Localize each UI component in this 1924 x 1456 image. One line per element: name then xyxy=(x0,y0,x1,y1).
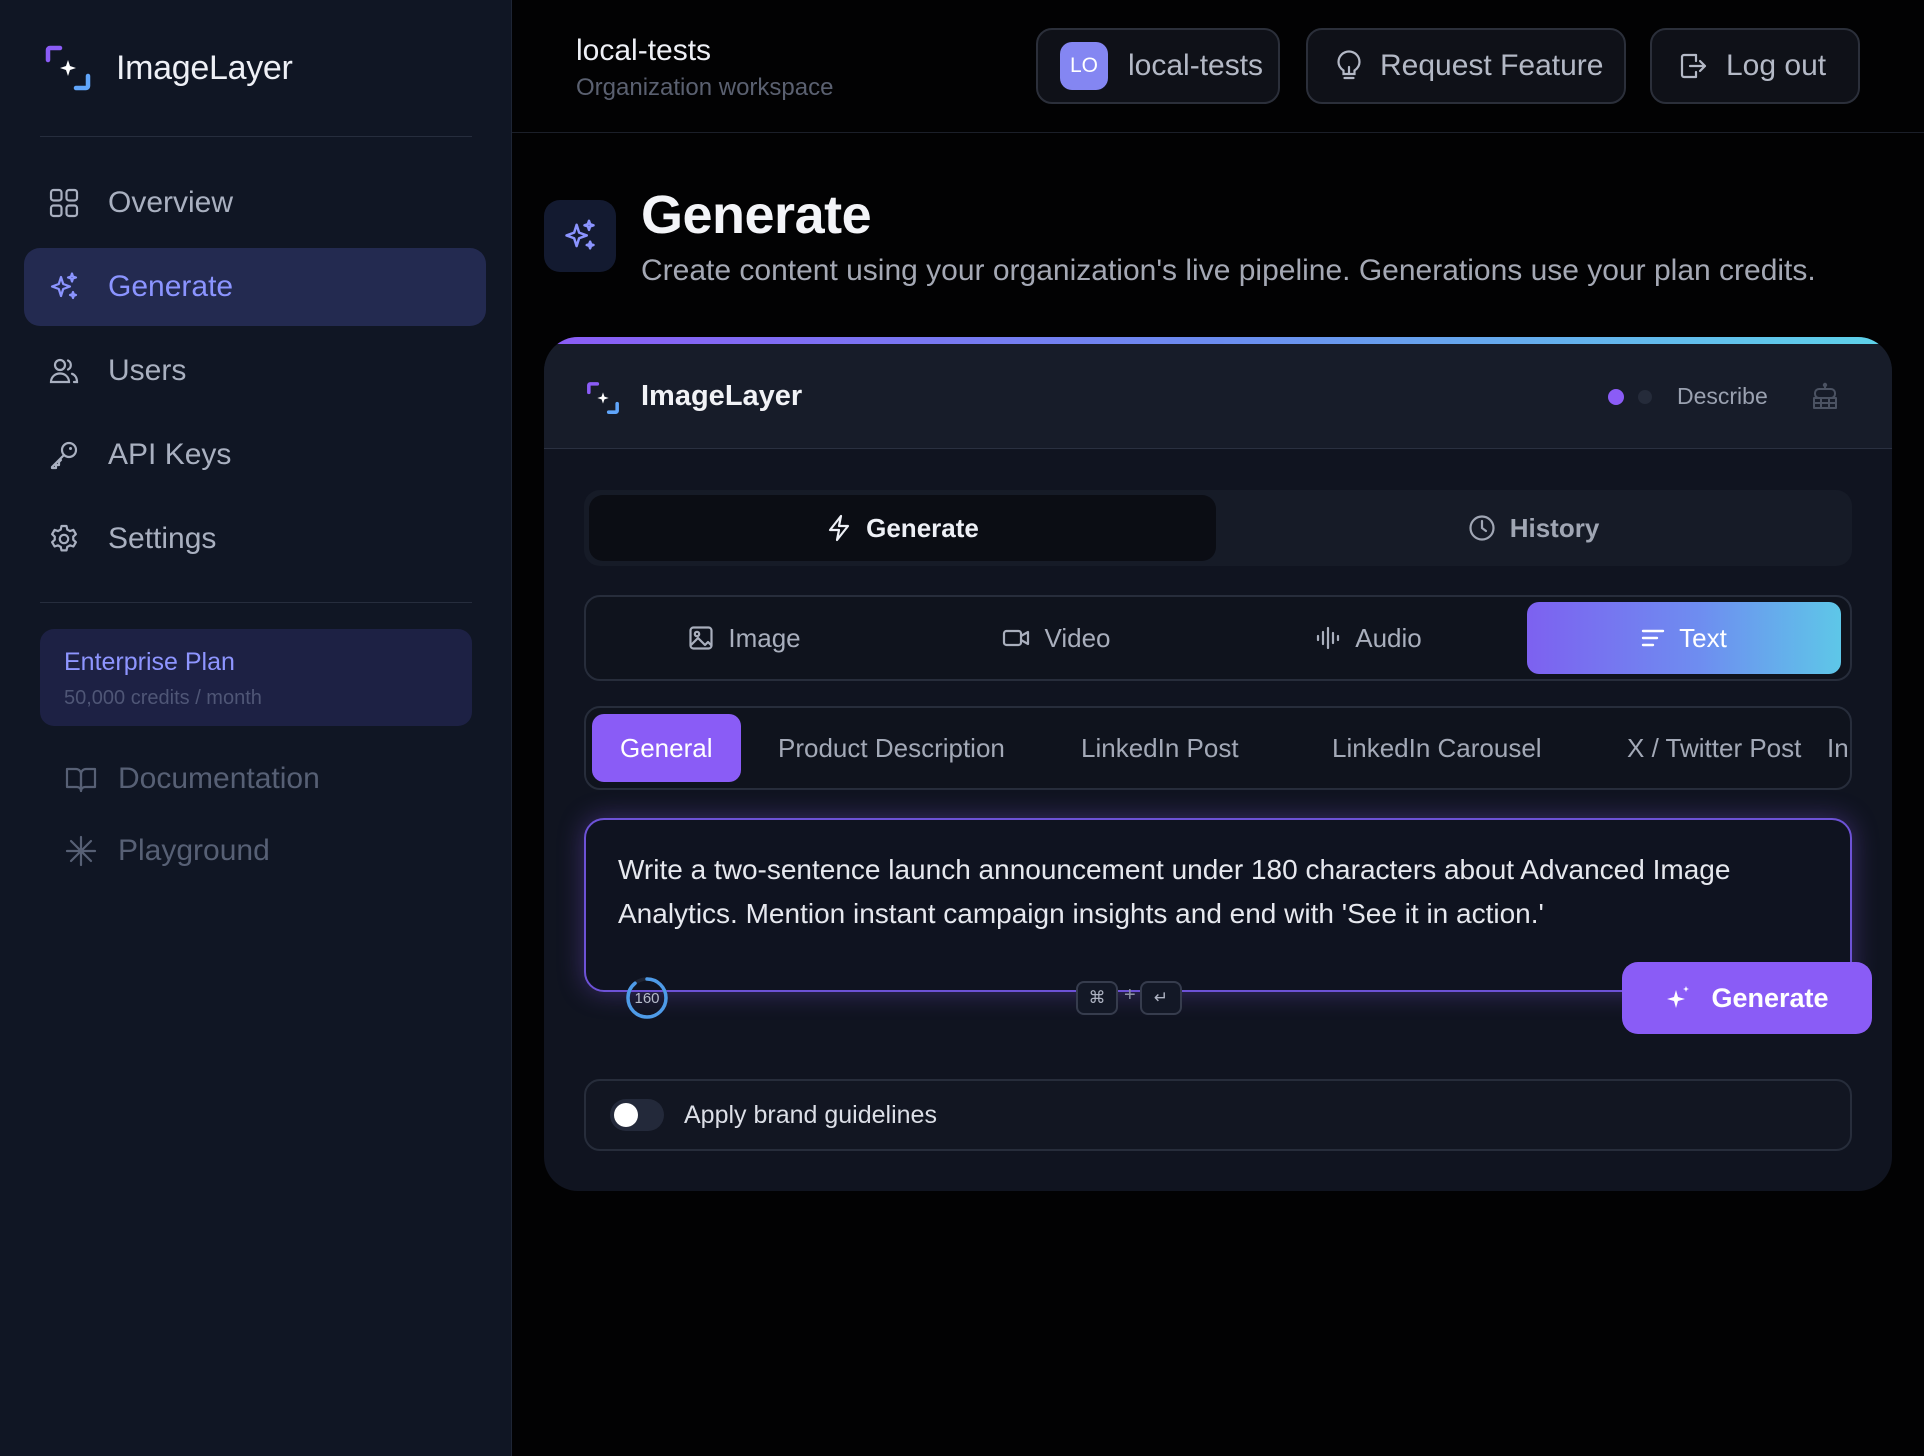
preset-linkedin-carousel[interactable]: LinkedIn Carousel xyxy=(1332,714,1542,782)
asterisk-icon xyxy=(65,835,97,867)
generator-card: ImageLayer Describe Generate History Ima… xyxy=(544,337,1892,1191)
page-subtitle: Create content using your organization's… xyxy=(641,254,1816,287)
top-bar: local-tests Organization workspace LO lo… xyxy=(512,0,1924,133)
sidebar-item-label: Settings xyxy=(108,522,217,555)
sidebar-item-label: Generate xyxy=(108,270,234,303)
sidebar-item-api-keys[interactable]: API Keys xyxy=(24,416,486,494)
image-icon xyxy=(689,626,713,650)
plan-card[interactable]: Enterprise Plan 50,000 credits / month xyxy=(40,629,472,726)
sidebar-item-label: Users xyxy=(108,354,187,387)
sparkles-icon xyxy=(50,272,78,300)
documentation-label: Documentation xyxy=(118,762,320,795)
org-subtitle: Organization workspace xyxy=(576,74,834,101)
audio-wave-icon xyxy=(1317,626,1340,650)
lightbulb-icon xyxy=(1337,50,1361,80)
sparkle-icon xyxy=(1667,986,1690,1008)
org-name: local-tests xyxy=(576,34,712,67)
logout-label: Log out xyxy=(1726,49,1827,82)
book-icon xyxy=(65,767,97,793)
plan-credits: 50,000 credits / month xyxy=(64,687,262,709)
generate-button[interactable]: Generate xyxy=(1622,962,1872,1034)
media-type-label: Audio xyxy=(1355,622,1422,653)
media-type-selector: Image Video Audio Text xyxy=(584,595,1852,681)
avatar: LO xyxy=(1060,42,1108,90)
media-type-video[interactable]: Video xyxy=(903,602,1210,674)
preset-product-description[interactable]: Product Description xyxy=(778,714,1005,782)
media-type-label: Video xyxy=(1044,622,1111,653)
sidebar: ImageLayer Overview Generate Users API K… xyxy=(0,0,512,1456)
sparkles-icon xyxy=(565,219,595,250)
playground-label: Playground xyxy=(118,834,270,867)
robot-icon[interactable] xyxy=(1810,382,1840,412)
brand-guidelines-row: Apply brand guidelines xyxy=(584,1079,1852,1151)
sidebar-item-users[interactable]: Users xyxy=(24,332,486,410)
preset-tabs: General Product Description LinkedIn Pos… xyxy=(584,706,1852,790)
plan-name: Enterprise Plan xyxy=(64,648,235,676)
sidebar-item-label: API Keys xyxy=(108,438,232,471)
page-icon xyxy=(544,200,616,272)
workspace-label: local-tests xyxy=(1128,49,1264,82)
preset-linkedin-post[interactable]: LinkedIn Post xyxy=(1081,714,1239,782)
documentation-link[interactable]: Documentation xyxy=(64,757,320,801)
workspace-switcher[interactable]: LO local-tests xyxy=(1036,28,1280,104)
tab-generate[interactable]: Generate xyxy=(589,495,1216,561)
sidebar-item-generate[interactable]: Generate xyxy=(24,248,486,326)
logout-icon xyxy=(1680,53,1707,79)
generate-button-label: Generate xyxy=(1711,982,1829,1013)
media-type-label: Text xyxy=(1679,622,1727,653)
prompt-text[interactable]: Write a two-sentence launch announcement… xyxy=(618,848,1818,936)
tab-history[interactable]: History xyxy=(1220,495,1847,561)
grid-icon xyxy=(49,188,79,218)
media-type-label: Image xyxy=(728,622,801,653)
describe-toggle[interactable]: Describe xyxy=(1677,383,1768,410)
media-type-text[interactable]: Text xyxy=(1527,602,1841,674)
card-header: ImageLayer Describe xyxy=(544,344,1892,449)
sidebar-brand[interactable]: ImageLayer xyxy=(44,44,293,92)
mode-indicator-inactive xyxy=(1638,390,1652,404)
sidebar-item-settings[interactable]: Settings xyxy=(24,500,486,578)
mode-tabs: Generate History xyxy=(584,490,1852,566)
users-icon xyxy=(49,358,79,384)
preset-twitter-post[interactable]: X / Twitter Post xyxy=(1627,714,1801,782)
shortcut-cmd-key: ⌘ xyxy=(1076,981,1118,1015)
gear-icon xyxy=(51,524,77,552)
video-icon xyxy=(1003,629,1030,647)
brand-name: ImageLayer xyxy=(116,48,293,87)
preset-more[interactable]: In xyxy=(1827,714,1849,782)
clock-icon xyxy=(1469,515,1495,541)
preset-general[interactable]: General xyxy=(592,714,741,782)
brand-guidelines-label: Apply brand guidelines xyxy=(684,1101,937,1129)
shortcut-enter-key: ↵ xyxy=(1140,981,1182,1015)
brand-guidelines-toggle[interactable] xyxy=(610,1099,664,1131)
sidebar-divider xyxy=(40,136,472,137)
request-feature-button[interactable]: Request Feature xyxy=(1306,28,1626,104)
tab-label: Generate xyxy=(866,512,979,543)
shortcut-plus: + xyxy=(1124,984,1136,1006)
text-lines-icon xyxy=(1641,629,1665,647)
imagelayer-logo-icon xyxy=(45,45,91,91)
sidebar-item-overview[interactable]: Overview xyxy=(24,164,486,242)
media-type-image[interactable]: Image xyxy=(591,602,898,674)
request-feature-label: Request Feature xyxy=(1380,49,1604,82)
sidebar-divider xyxy=(40,602,472,603)
sidebar-item-label: Overview xyxy=(108,186,234,219)
card-title: ImageLayer xyxy=(641,380,803,412)
prompt-input[interactable]: Write a two-sentence launch announcement… xyxy=(584,818,1872,1034)
mode-indicator-active xyxy=(1608,389,1624,405)
page-title: Generate xyxy=(641,185,872,245)
imagelayer-logo-icon xyxy=(587,382,619,414)
toggle-knob xyxy=(614,1103,638,1127)
tab-label: History xyxy=(1509,512,1600,543)
logout-button[interactable]: Log out xyxy=(1650,28,1860,104)
char-count: 160 xyxy=(634,989,660,1007)
playground-link[interactable]: Playground xyxy=(64,829,270,873)
key-icon xyxy=(50,441,78,470)
media-type-audio[interactable]: Audio xyxy=(1215,602,1522,674)
lightning-icon xyxy=(829,514,850,542)
card-accent-bar xyxy=(544,337,1892,344)
